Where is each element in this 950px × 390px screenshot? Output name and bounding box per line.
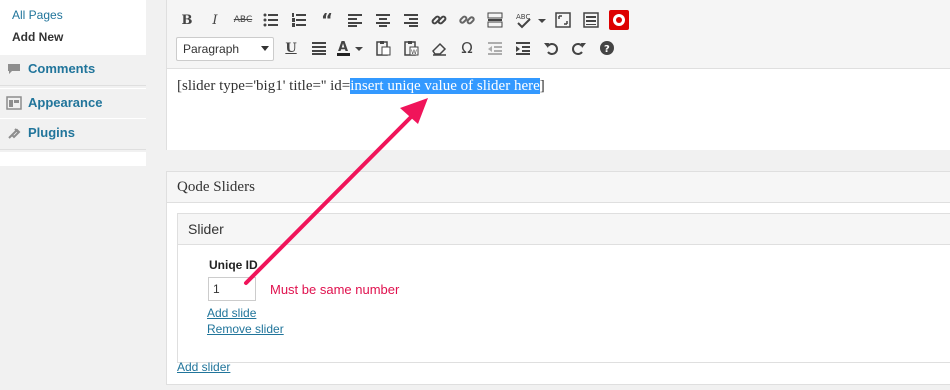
svg-text:A: A (338, 40, 348, 55)
sidebar-item-appearance[interactable]: Appearance (0, 88, 146, 120)
slider-box-header: Slider (178, 214, 950, 245)
align-center-icon[interactable] (373, 10, 393, 30)
add-slider-link[interactable]: Add slider (177, 360, 230, 374)
qode-panel-title: Qode Sliders (177, 179, 255, 195)
paste-text-icon[interactable] (373, 38, 393, 58)
pages-submenu: All Pages Add New (0, 0, 146, 54)
redo-icon[interactable] (569, 38, 589, 58)
paste-word-icon[interactable]: W (401, 38, 421, 58)
indent-icon[interactable] (513, 38, 533, 58)
kitchen-sink-icon[interactable] (581, 10, 601, 30)
post-editor: B I ABC “ ABC Paragraph U A W Ω ? [slide… (166, 0, 950, 150)
sidebar-item-plugins[interactable]: Plugins (0, 118, 146, 150)
text-color-icon[interactable]: A (335, 38, 365, 58)
content-text-after: ] (539, 78, 545, 94)
chevron-down-icon (261, 46, 269, 51)
slider-box: Slider Uniqe ID 1 Must be same number Ad… (177, 213, 950, 363)
format-select[interactable]: Paragraph (176, 37, 274, 61)
submenu-all-pages[interactable]: All Pages (12, 8, 63, 22)
more-tag-icon[interactable] (485, 10, 505, 30)
remove-slider-link[interactable]: Remove slider (207, 322, 284, 336)
content-text-before: [slider type='big1' title='' id= (177, 78, 351, 94)
annotation-note: Must be same number (270, 282, 400, 297)
align-right-icon[interactable] (401, 10, 421, 30)
link-icon[interactable] (429, 10, 449, 30)
svg-text:?: ? (604, 44, 610, 55)
comments-icon (8, 64, 20, 74)
unique-id-input[interactable]: 1 (208, 277, 256, 301)
editor-content[interactable]: [slider type='big1' title='' id=insert u… (177, 78, 545, 95)
strikethrough-icon[interactable]: ABC (233, 10, 253, 30)
format-select-value: Paragraph (183, 42, 240, 56)
unique-id-value: 1 (213, 282, 220, 296)
omega-icon[interactable]: Ω (457, 38, 477, 58)
sidebar-spacer (0, 152, 146, 166)
numbered-list-icon[interactable] (289, 10, 309, 30)
slider-box-title: Slider (188, 221, 224, 237)
spellcheck-icon[interactable]: ABC (513, 10, 549, 30)
add-slide-link[interactable]: Add slide (207, 306, 256, 320)
undo-icon[interactable] (541, 38, 561, 58)
unlink-icon[interactable] (457, 10, 477, 30)
submenu-add-new[interactable]: Add New (12, 30, 63, 44)
qode-panel-header: Qode Sliders (167, 172, 950, 203)
editor-toolbar: B I ABC “ ABC Paragraph U A W Ω ? (167, 0, 950, 69)
appearance-icon (6, 96, 22, 110)
admin-sidebar: All Pages Add New Comments Appearance Pl… (0, 0, 146, 390)
help-icon[interactable]: ? (597, 38, 617, 58)
qode-sliders-panel: Qode Sliders Slider Uniqe ID 1 Must be s… (166, 171, 950, 385)
italic-icon[interactable]: I (205, 10, 225, 30)
sidebar-item-label: Appearance (28, 95, 103, 110)
unique-id-label: Uniqe ID (209, 258, 258, 272)
bullet-list-icon[interactable] (261, 10, 281, 30)
sidebar-item-comments[interactable]: Comments (0, 54, 146, 86)
blockquote-icon[interactable]: “ (317, 10, 337, 31)
underline-icon[interactable]: U (281, 38, 301, 58)
svg-text:W: W (411, 49, 417, 56)
fullscreen-icon[interactable] (553, 10, 573, 30)
sidebar-item-label: Comments (28, 61, 96, 76)
content-selected-text: insert uniqe value of slider here (350, 78, 540, 94)
align-justify-icon[interactable] (309, 38, 329, 58)
align-left-icon[interactable] (345, 10, 365, 30)
eraser-icon[interactable] (429, 38, 449, 58)
bold-icon[interactable]: B (177, 10, 197, 30)
plugins-icon (8, 128, 21, 139)
sidebar-item-label: Plugins (28, 125, 75, 140)
outdent-icon[interactable] (485, 38, 505, 58)
slider-shortcode-icon[interactable] (609, 10, 629, 30)
